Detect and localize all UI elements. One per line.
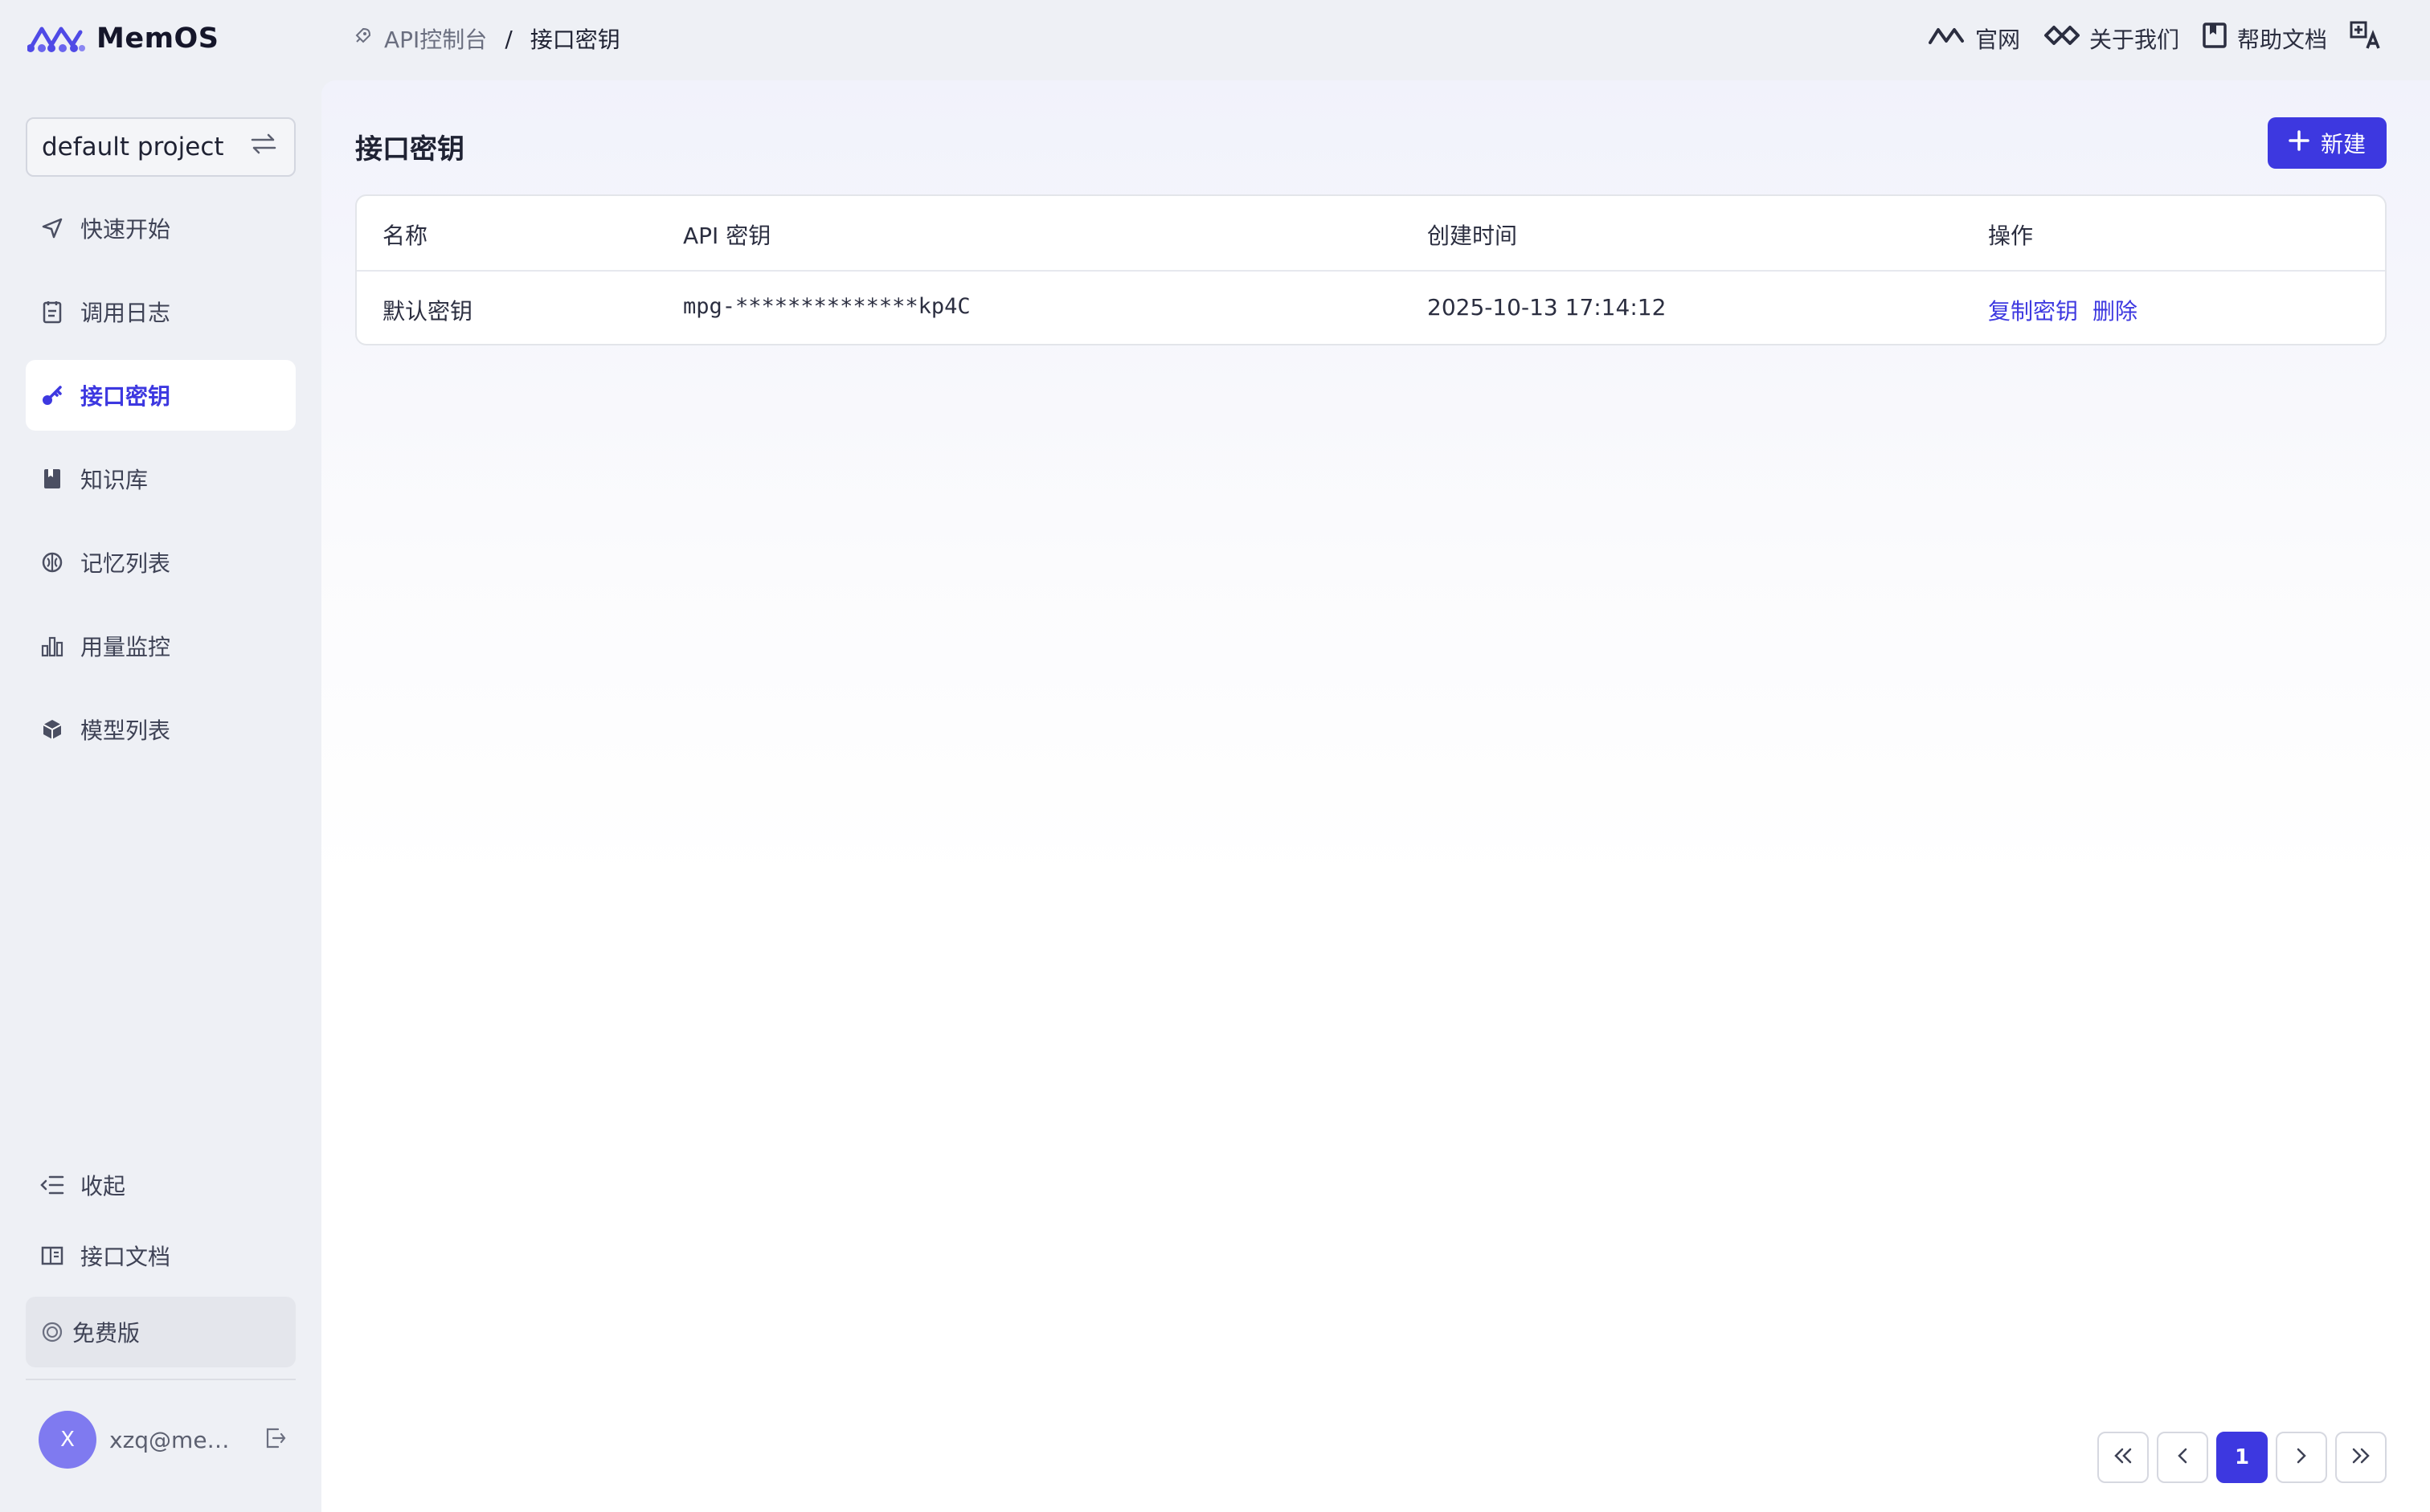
sidebar-item-model-list[interactable]: 模型列表 xyxy=(26,694,296,765)
brain-icon xyxy=(40,550,64,574)
breadcrumb: API控制台 / 接口密钥 xyxy=(352,22,620,55)
sidebar-item-label: 接口密钥 xyxy=(80,383,171,410)
breadcrumb-parent-label: API控制台 xyxy=(384,27,488,53)
about-us-label: 关于我们 xyxy=(2088,26,2179,53)
first-page-button[interactable] xyxy=(2097,1432,2149,1483)
page-number-button[interactable]: 1 xyxy=(2216,1432,2268,1483)
new-key-label: 新建 xyxy=(2320,131,2366,157)
next-page-button[interactable] xyxy=(2276,1432,2327,1483)
plan-badge[interactable]: 免费版 xyxy=(26,1297,296,1367)
collapse-sidebar-button[interactable]: 收起 xyxy=(26,1155,296,1215)
key-value: mpg-**************kp4C xyxy=(683,294,971,319)
prev-page-button[interactable] xyxy=(2157,1432,2208,1483)
sidebar-item-label: 记忆列表 xyxy=(80,550,171,577)
pagination: 1 xyxy=(2097,1432,2387,1483)
sidebar-item-usage-monitor[interactable]: 用量监控 xyxy=(26,611,296,681)
chevron-left-icon xyxy=(2174,1446,2191,1469)
project-name: default project xyxy=(42,133,224,161)
sidebar-bottom: 收起 接口文档 免费版 xyxy=(26,1155,296,1379)
top-bar: MemOS API控制台 / 接口密钥 官网 关于我们 帮助文档 xyxy=(0,0,2430,80)
sidebar-item-quick-start[interactable]: 快速开始 xyxy=(26,193,296,264)
sidebar-item-label: 用量监控 xyxy=(80,634,171,660)
app-root: MemOS API控制台 / 接口密钥 官网 关于我们 帮助文档 default… xyxy=(0,0,2430,1512)
bookmark-book-icon xyxy=(2202,22,2228,55)
header-key: API 密钥 xyxy=(683,223,771,249)
brand[interactable]: MemOS xyxy=(27,21,219,56)
brand-name: MemOS xyxy=(96,22,219,55)
key-icon xyxy=(40,383,64,407)
sidebar-item-label: 调用日志 xyxy=(80,300,171,326)
translate-icon xyxy=(2350,21,2382,55)
collapse-menu-icon xyxy=(40,1173,64,1197)
sidebar-item-api-keys[interactable]: 接口密钥 xyxy=(26,360,296,431)
official-site-label: 官网 xyxy=(1974,26,2020,53)
key-created-time: 2025-10-13 17:14:12 xyxy=(1427,294,1667,321)
page-title: 接口密钥 xyxy=(355,133,464,166)
delete-key-link[interactable]: 删除 xyxy=(2092,298,2138,325)
user-email: xzq@memt... xyxy=(109,1426,251,1453)
chevron-right-icon xyxy=(2293,1446,2309,1469)
rocket-icon xyxy=(352,26,373,52)
book-icon xyxy=(40,467,64,491)
sidebar-item-knowledge-base[interactable]: 知识库 xyxy=(26,443,296,514)
memos-mark-icon xyxy=(1928,25,1966,51)
avatar[interactable]: X xyxy=(39,1411,96,1469)
sidebar-nav: 快速开始 调用日志 接口密钥 知识库 记忆列表 用量监控 模型列表 xyxy=(26,193,296,778)
about-us-link[interactable]: 关于我们 xyxy=(2043,22,2179,55)
book-open-icon xyxy=(40,1244,64,1268)
collapse-label: 收起 xyxy=(80,1173,126,1199)
top-links: 官网 关于我们 帮助文档 xyxy=(1928,21,2382,55)
header-ops: 操作 xyxy=(1988,223,2034,249)
user-profile: X xzq@memt... xyxy=(39,1411,296,1469)
sidebar-item-label: 快速开始 xyxy=(80,216,171,243)
coin-icon xyxy=(40,1320,64,1344)
breadcrumb-separator: / xyxy=(505,25,513,52)
switch-arrows-icon xyxy=(251,133,276,161)
copy-key-link[interactable]: 复制密钥 xyxy=(1988,298,2078,325)
project-selector[interactable]: default project xyxy=(26,117,296,177)
cube-icon xyxy=(40,717,64,742)
infinity-icon xyxy=(2043,23,2080,53)
sidebar-item-memory-list[interactable]: 记忆列表 xyxy=(26,527,296,598)
sidebar-item-label: 知识库 xyxy=(80,467,149,493)
api-docs-link[interactable]: 接口文档 xyxy=(26,1226,296,1285)
api-docs-label: 接口文档 xyxy=(80,1244,171,1270)
sidebar: default project 快速开始 调用日志 接口密钥 知识库 记忆列表 … xyxy=(0,80,321,1512)
logout-icon[interactable] xyxy=(264,1426,288,1453)
double-chevron-left-icon xyxy=(2113,1446,2133,1469)
breadcrumb-parent[interactable]: API控制台 xyxy=(352,22,487,55)
main-content: 接口密钥 新建 名称 API 密钥 创建时间 操作 默认密钥 mpg-*****… xyxy=(321,80,2430,1512)
breadcrumb-current: 接口密钥 xyxy=(530,27,620,53)
bar-chart-icon xyxy=(40,634,64,658)
double-chevron-right-icon xyxy=(2350,1446,2371,1469)
key-name: 默认密钥 xyxy=(382,298,473,325)
official-site-link[interactable]: 官网 xyxy=(1928,22,2020,55)
plan-label: 免费版 xyxy=(72,1320,141,1346)
help-docs-link[interactable]: 帮助文档 xyxy=(2202,22,2327,55)
memos-logo-icon xyxy=(27,21,85,56)
header-created: 创建时间 xyxy=(1427,223,1518,249)
sidebar-divider xyxy=(26,1379,296,1380)
clipboard-icon xyxy=(40,300,64,324)
plus-icon xyxy=(2289,129,2309,157)
help-docs-label: 帮助文档 xyxy=(2236,26,2327,53)
header-name: 名称 xyxy=(382,223,428,249)
api-keys-table: 名称 API 密钥 创建时间 操作 默认密钥 mpg-*************… xyxy=(355,194,2387,345)
table-row: 默认密钥 mpg-**************kp4C 2025-10-13 1… xyxy=(357,272,2385,344)
sidebar-item-call-logs[interactable]: 调用日志 xyxy=(26,276,296,347)
last-page-button[interactable] xyxy=(2335,1432,2387,1483)
language-switch-button[interactable] xyxy=(2350,21,2382,55)
table-header: 名称 API 密钥 创建时间 操作 xyxy=(357,196,2385,272)
sidebar-item-label: 模型列表 xyxy=(80,717,171,744)
new-key-button[interactable]: 新建 xyxy=(2268,117,2387,169)
send-icon xyxy=(40,216,64,240)
row-actions: 复制密钥 删除 xyxy=(1988,294,2152,326)
